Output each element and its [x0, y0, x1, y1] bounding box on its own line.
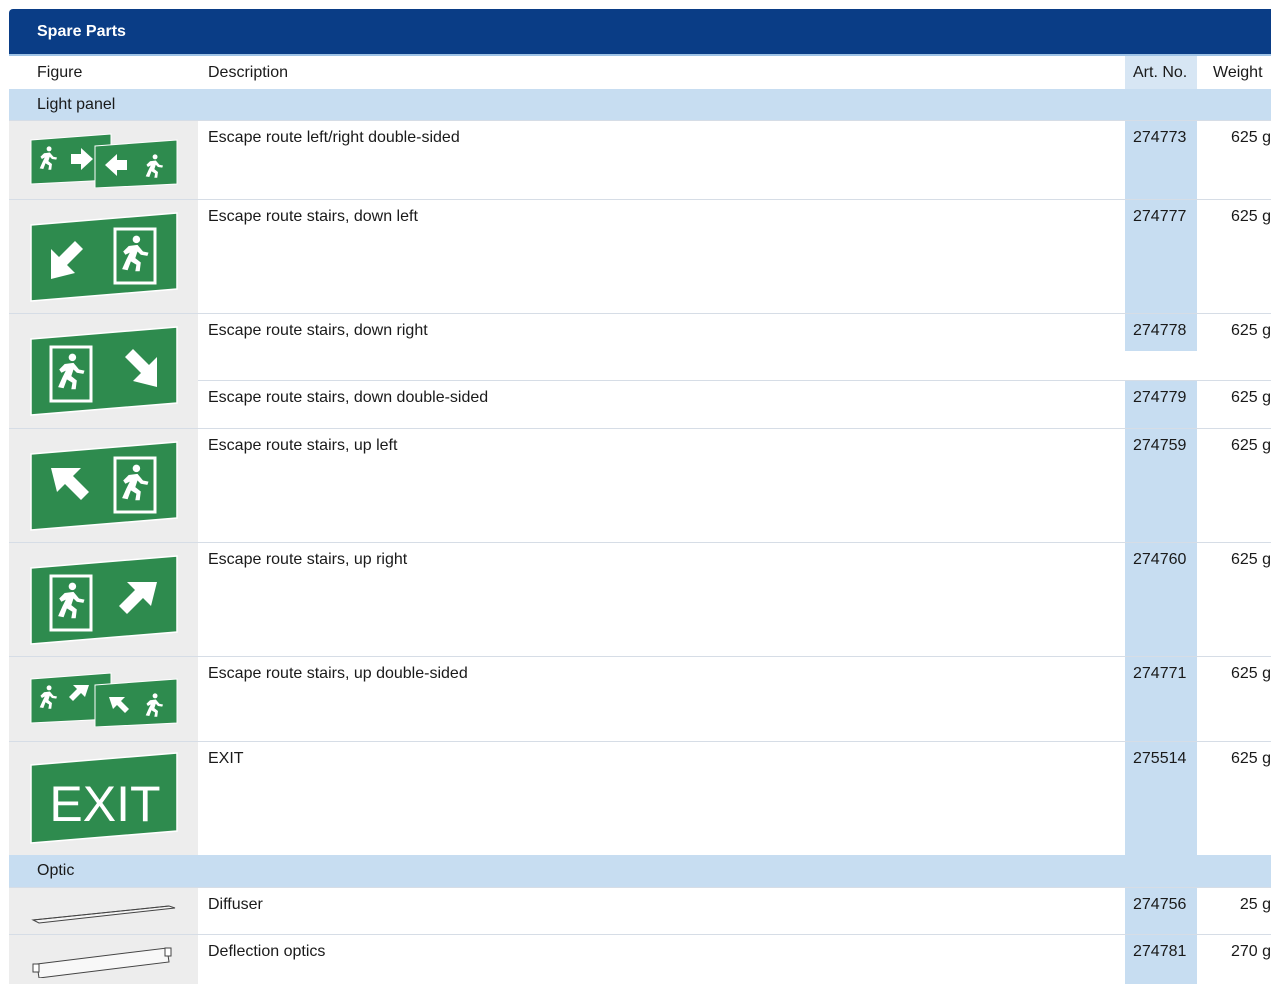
table-row: Escape route left/right double-sided 274… [9, 120, 1271, 199]
row-weight: 625 g [1230, 129, 1271, 146]
row-weight: 625 g [1230, 437, 1271, 454]
group-header-optic: Optic [9, 855, 1271, 887]
row-weight: 625 g [1230, 551, 1271, 568]
column-header-row: Figure Description Art. No. Weight [9, 56, 1271, 89]
escape-stairs-down-right-icon [9, 314, 198, 428]
escape-stairs-up-right-icon [9, 543, 198, 656]
row-art-no: 274756 [1125, 888, 1197, 934]
row-art-no: 274781 [1125, 935, 1197, 984]
row-weight: 625 g [1230, 750, 1271, 767]
column-header-weight: Weight [1213, 63, 1263, 81]
row-description: Escape route stairs, down left [208, 208, 418, 225]
spare-parts-table: Spare Parts Figure Description Art. No. … [9, 9, 1271, 984]
table-row: Deflection optics 274781 270 g [9, 934, 1271, 984]
row-weight: 625 g [1230, 322, 1271, 339]
row-weight: 625 g [1197, 380, 1271, 428]
row-art-no: 274777 [1125, 200, 1197, 313]
table-row: Escape route stairs, up double-sided 274… [9, 656, 1271, 741]
row-weight: 625 g [1230, 208, 1271, 225]
column-header-description: Description [208, 63, 289, 81]
column-header-art-no: Art. No. [1125, 56, 1197, 89]
exit-sign-icon: EXIT [9, 742, 198, 855]
row-weight: 25 g [1239, 896, 1271, 913]
row-art-no: 274779 [1125, 380, 1197, 428]
row-art-no: 274771 [1125, 657, 1197, 741]
table-row: EXIT EXIT 275514 625 g [9, 741, 1271, 855]
row-weight: 625 g [1230, 665, 1271, 682]
escape-stairs-down-left-icon [9, 200, 198, 313]
group-header-light-panel: Light panel [9, 89, 1271, 120]
diffuser-icon [9, 888, 198, 934]
table-row-group: Escape route stairs, down right 274778 6… [9, 313, 1271, 428]
row-description: Diffuser [208, 896, 263, 913]
row-description: Escape route stairs, down right [208, 322, 428, 339]
row-art-no: 274759 [1125, 429, 1197, 542]
row-description: Deflection optics [208, 943, 326, 960]
deflection-optics-icon [9, 935, 198, 984]
table-row: Escape route stairs, up right 274760 625… [9, 542, 1271, 656]
row-art-no: 274760 [1125, 543, 1197, 656]
row-weight: 270 g [1230, 943, 1271, 960]
row-description: Escape route stairs, down double-sided [198, 380, 1125, 428]
row-description: Escape route stairs, up left [208, 437, 398, 454]
table-row: Escape route stairs, up left 274759 625 … [9, 428, 1271, 542]
table-title: Spare Parts [9, 9, 1271, 56]
row-art-no: 274773 [1125, 121, 1197, 199]
row-description: EXIT [208, 750, 244, 767]
row-art-no: 274778 [1125, 314, 1197, 351]
table-row: Diffuser 274756 25 g [9, 887, 1271, 934]
row-description: Escape route stairs, up double-sided [208, 665, 468, 682]
exit-sign-text: EXIT [49, 776, 160, 832]
escape-stairs-up-left-icon [9, 429, 198, 542]
escape-stairs-up-double-sided-icon [9, 657, 198, 741]
row-description: Escape route left/right double-sided [208, 129, 460, 146]
table-row: Escape route stairs, down left 274777 62… [9, 199, 1271, 313]
column-header-figure: Figure [37, 63, 83, 81]
row-description: Escape route stairs, up right [208, 551, 408, 568]
row-art-no: 275514 [1125, 742, 1197, 855]
escape-left-right-double-sided-icon [9, 121, 198, 199]
